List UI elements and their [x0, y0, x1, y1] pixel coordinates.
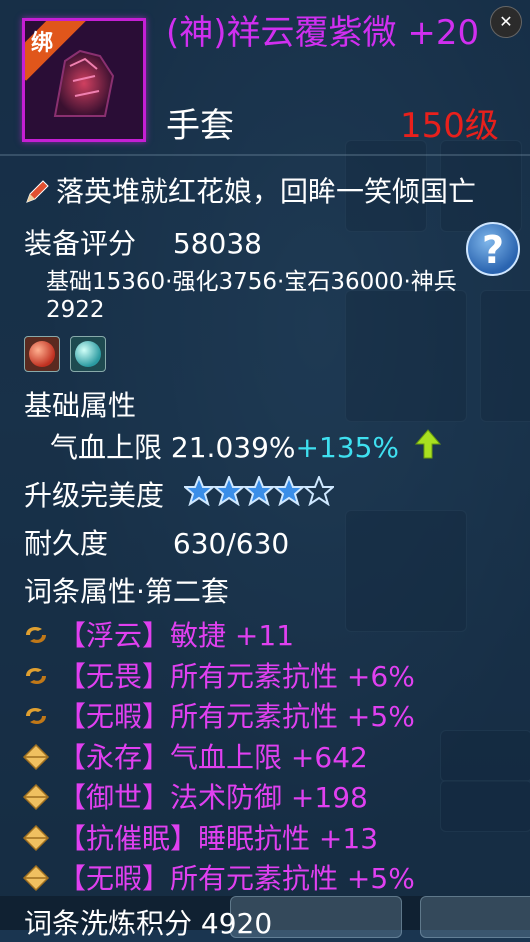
pencil-icon: [26, 180, 49, 203]
gem-slot-cyan[interactable]: [70, 336, 106, 372]
diamond-icon: [22, 783, 50, 811]
score-row: 装备评分 58038: [24, 222, 262, 262]
upgrade-stars: [184, 476, 334, 510]
star-filled-icon: [214, 476, 244, 506]
affix-tag: 【永存】: [58, 740, 171, 774]
affix-row: 【浮云】敏捷 +11: [22, 614, 294, 654]
arrow-up-icon: [414, 429, 442, 459]
diamond-icon: [22, 824, 50, 851]
help-button[interactable]: ?: [466, 222, 520, 276]
star-filled-icon: [184, 476, 214, 506]
durability-label: 耐久度: [24, 527, 109, 560]
base-attr-bonus: +135%: [295, 431, 400, 464]
divider: [0, 154, 530, 156]
durability-row: 耐久度 630/630: [24, 522, 289, 562]
base-attr-row: 气血上限 21.039%+135%: [50, 426, 399, 466]
diamond-icon: [22, 864, 50, 892]
affix-tag: 【浮云】: [58, 619, 171, 652]
item-type: 手套: [166, 106, 234, 146]
star-filled-icon: [274, 476, 304, 506]
affix-tag: 【无暇】: [58, 862, 171, 895]
base-attr-value: 21.039%: [170, 431, 296, 464]
item-level: 150级: [400, 106, 499, 146]
affix-text: 所有元素抗性 +5%: [170, 700, 415, 733]
affix-section-title: 词条属性·第二套: [24, 575, 229, 608]
item-flavor-text: 落英堆就红花娘，回眸一笑倾国亡: [24, 170, 476, 210]
upgrade-label: 升级完美度: [24, 479, 165, 512]
affix-text: 气血上限 +642: [170, 740, 368, 774]
affix-tag: 【抗催眠】: [58, 821, 199, 855]
diamond-icon: [22, 743, 50, 770]
close-button[interactable]: ✕: [490, 6, 522, 38]
affix-row: 【抗催眠】睡眠抗性 +13: [22, 817, 378, 857]
affix-text: 所有元素抗性 +5%: [170, 862, 415, 895]
score-label: 装备评分: [24, 227, 137, 260]
affix-tag: 【御世】: [58, 781, 171, 814]
question-icon: ?: [481, 228, 505, 272]
item-icon-glove: 绑: [22, 18, 146, 142]
base-attr-name: 气血上限: [50, 431, 163, 464]
affix-text: 所有元素抗性 +6%: [170, 659, 415, 693]
close-icon: ✕: [499, 12, 513, 31]
affix-text: 睡眠抗性 +13: [198, 821, 379, 855]
affix-tag: 【无畏】: [58, 659, 171, 693]
score-breakdown: 基础15360·强化3756·宝石36000·神兵2922: [46, 269, 457, 323]
affix-text: 法术防御 +198: [170, 781, 368, 814]
refine-label: 词条洗炼积分: [24, 907, 193, 940]
flavor-quote: 落英堆就红花娘，回眸一笑倾国亡: [56, 175, 477, 208]
affix-text: 敏捷 +11: [170, 619, 295, 652]
durability-value: 630/630: [172, 527, 290, 560]
affix-row: 【永存】气血上限 +642: [22, 736, 368, 776]
affix-row: 【御世】法术防御 +198: [22, 776, 368, 816]
gem-cyan-icon: [75, 341, 101, 367]
refine-row: 词条洗炼积分 4920: [24, 902, 272, 942]
gem-slot-red[interactable]: [24, 336, 60, 372]
bind-badge: 绑: [31, 31, 54, 56]
item-title: (神)祥云覆紫微 +20: [166, 13, 480, 53]
star-filled-icon: [244, 476, 274, 506]
affix-row: 【无暇】所有元素抗性 +5%: [22, 695, 415, 735]
affix-tag: 【无暇】: [58, 700, 171, 733]
refine-value: 4920: [200, 907, 273, 940]
swirl-icon: [26, 667, 46, 684]
affix-row: 【无暇】所有元素抗性 +5%: [22, 857, 415, 897]
swirl-icon: [26, 708, 46, 724]
base-attr-section: 基础属性: [24, 389, 137, 422]
gem-red-icon: [29, 341, 55, 367]
score-value: 58038: [172, 227, 262, 260]
star-empty-icon: [304, 476, 334, 506]
affix-row: 【无畏】所有元素抗性 +6%: [22, 655, 415, 695]
bottom-button-right[interactable]: [420, 896, 530, 938]
swirl-icon: [26, 627, 46, 643]
